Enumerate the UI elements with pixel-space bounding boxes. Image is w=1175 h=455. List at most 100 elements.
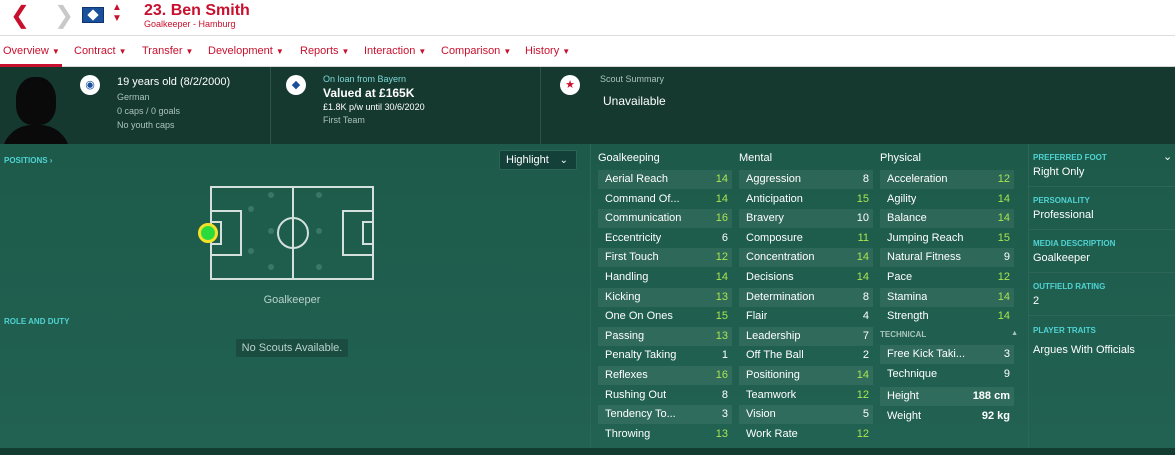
attribute-value: 15 xyxy=(856,192,869,205)
attribute-row[interactable]: Determination 8 xyxy=(739,287,873,307)
tab-history[interactable]: History ▼ xyxy=(525,45,570,57)
scout-summary-label: Scout Summary xyxy=(600,74,665,84)
attribute-row[interactable]: Composure 11 xyxy=(739,229,873,248)
attribute-name: Determination xyxy=(746,290,815,303)
goalkeeper-position-marker[interactable] xyxy=(198,223,218,243)
attribute-row[interactable]: Technique 9 xyxy=(880,365,1014,384)
attribute-value: 8 xyxy=(862,290,869,303)
tab-label: Contract xyxy=(74,45,116,57)
attribute-row[interactable]: Tendency To... 3 xyxy=(598,405,732,425)
attribute-row[interactable]: Pace 12 xyxy=(880,268,1014,287)
attribute-row[interactable]: Height 188 cm xyxy=(880,387,1014,406)
attribute-row[interactable]: Natural Fitness 9 xyxy=(880,248,1014,268)
attribute-row[interactable]: Communication 16 xyxy=(598,209,732,229)
attribute-name: Bravery xyxy=(746,212,784,225)
attribute-name: Decisions xyxy=(746,271,794,283)
attribute-name: Leadership xyxy=(746,329,801,342)
attribute-row[interactable]: Anticipation 15 xyxy=(739,190,873,209)
player-nationality: German xyxy=(117,92,150,102)
attribute-row[interactable]: Teamwork 12 xyxy=(739,386,873,405)
attribute-value: 16 xyxy=(715,369,728,381)
attribute-row[interactable]: Work Rate 12 xyxy=(739,425,873,444)
title-bar: ❮ ❯ ▲ ▼ 23. Ben Smith Goalkeeper - Hambur… xyxy=(0,0,1175,36)
attribute-row[interactable]: First Touch 12 xyxy=(598,248,732,268)
tab-contract[interactable]: Contract ▼ xyxy=(74,45,127,57)
tab-reports[interactable]: Reports ▼ xyxy=(300,45,349,57)
player-youth-caps: No youth caps xyxy=(117,120,175,130)
attribute-row[interactable]: Decisions 14 xyxy=(739,268,873,287)
attribute-row[interactable]: Agility 14 xyxy=(880,190,1014,209)
attribute-row[interactable]: Passing 13 xyxy=(598,326,732,346)
back-arrow-icon[interactable]: ❮ xyxy=(10,2,30,28)
player-switch-icon[interactable]: ▲ ▼ xyxy=(111,2,123,24)
attribute-name: Strength xyxy=(887,310,929,323)
scout-star-icon: ★ xyxy=(560,75,580,95)
squad-status: First Team xyxy=(323,115,365,125)
attribute-row[interactable]: Concentration 14 xyxy=(739,248,873,268)
attribute-value: 14 xyxy=(997,310,1010,323)
attribute-name: Height xyxy=(887,390,919,402)
attribute-row[interactable]: Balance 14 xyxy=(880,209,1014,229)
attribute-value: 16 xyxy=(715,212,728,225)
attribute-value: 12 xyxy=(856,388,869,401)
attribute-row[interactable]: Handling 14 xyxy=(598,268,732,287)
chevron-down-icon[interactable]: ⌄ xyxy=(1163,150,1172,163)
attribute-row[interactable]: Rushing Out 8 xyxy=(598,386,732,405)
player-traits-label: PLAYER TRAITS xyxy=(1033,326,1096,335)
attribute-row[interactable]: Acceleration 12 xyxy=(880,170,1014,189)
attribute-value: 8 xyxy=(721,388,728,401)
attribute-row[interactable]: Off The Ball 2 xyxy=(739,346,873,365)
tab-transfer[interactable]: Transfer ▼ xyxy=(142,45,193,57)
chevron-down-icon: ▼ xyxy=(562,47,571,56)
attribute-row[interactable]: Flair 4 xyxy=(739,307,873,326)
attribute-row[interactable]: Kicking 13 xyxy=(598,287,732,307)
attribute-row[interactable]: Vision 5 xyxy=(739,405,873,425)
attribute-row[interactable]: Eccentricity 6 xyxy=(598,229,732,248)
player-trait-item[interactable]: Argues With Officials xyxy=(1033,344,1135,356)
tab-overview[interactable]: Overview ▼ xyxy=(3,45,60,57)
attribute-name: Free Kick Taki... xyxy=(887,348,966,360)
attribute-value: 92 kg xyxy=(981,409,1010,422)
attribute-value: 15 xyxy=(997,231,1010,244)
attribute-row[interactable]: Penalty Taking 1 xyxy=(598,346,732,365)
tab-label: Reports xyxy=(300,45,339,57)
tab-comparison[interactable]: Comparison ▼ xyxy=(441,45,511,57)
tab-development[interactable]: Development ▼ xyxy=(208,45,284,57)
attribute-row[interactable]: Throwing 13 xyxy=(598,425,732,444)
loan-status[interactable]: On loan from Bayern xyxy=(323,74,406,84)
attribute-row[interactable]: Jumping Reach 15 xyxy=(880,229,1014,248)
attribute-value: 3 xyxy=(721,408,728,421)
attribute-name: Jumping Reach xyxy=(887,231,964,244)
attribute-row[interactable]: Weight 92 kg xyxy=(880,407,1014,426)
no-scouts-message: No Scouts Available. xyxy=(236,339,348,357)
attribute-name: Weight xyxy=(887,409,922,422)
attribute-row[interactable]: Stamina 14 xyxy=(880,287,1014,307)
tab-label: Development xyxy=(208,45,273,57)
attribute-value: 4 xyxy=(862,310,869,323)
attribute-row[interactable]: Reflexes 16 xyxy=(598,366,732,385)
attribute-row[interactable]: Leadership 7 xyxy=(739,326,873,346)
tab-interaction[interactable]: Interaction ▼ xyxy=(364,45,426,57)
attribute-row[interactable]: Free Kick Taki... 3 xyxy=(880,345,1014,364)
physical-header: Physical xyxy=(880,152,921,164)
outfield-rating-value: 2 xyxy=(1033,295,1040,307)
attribute-name: Concentration xyxy=(746,251,815,264)
attribute-row[interactable]: One On Ones 15 xyxy=(598,307,732,326)
technical-header[interactable]: TECHNICAL ▲ xyxy=(880,330,1020,339)
attribute-row[interactable]: Bravery 10 xyxy=(739,209,873,229)
attribute-row[interactable]: Strength 14 xyxy=(880,307,1014,326)
media-description-value: Goalkeeper xyxy=(1033,252,1090,264)
attribute-row[interactable]: Aggression 8 xyxy=(739,170,873,189)
chevron-down-icon: ▼ xyxy=(51,47,60,56)
outfield-rating-label: OUTFIELD RATING xyxy=(1033,282,1106,291)
attribute-row[interactable]: Aerial Reach 14 xyxy=(598,170,732,189)
highlight-dropdown[interactable]: Highlight ⌄ xyxy=(499,150,577,170)
attribute-value: 11 xyxy=(857,231,869,244)
forward-arrow-icon[interactable]: ❯ xyxy=(54,2,74,28)
attribute-value: 12 xyxy=(997,271,1010,283)
attribute-value: 14 xyxy=(856,251,869,264)
positions-header[interactable]: POSITIONS › xyxy=(4,156,52,165)
attribute-row[interactable]: Command Of... 14 xyxy=(598,190,732,209)
attribute-row[interactable]: Positioning 14 xyxy=(739,366,873,385)
tab-label: Comparison xyxy=(441,45,501,57)
